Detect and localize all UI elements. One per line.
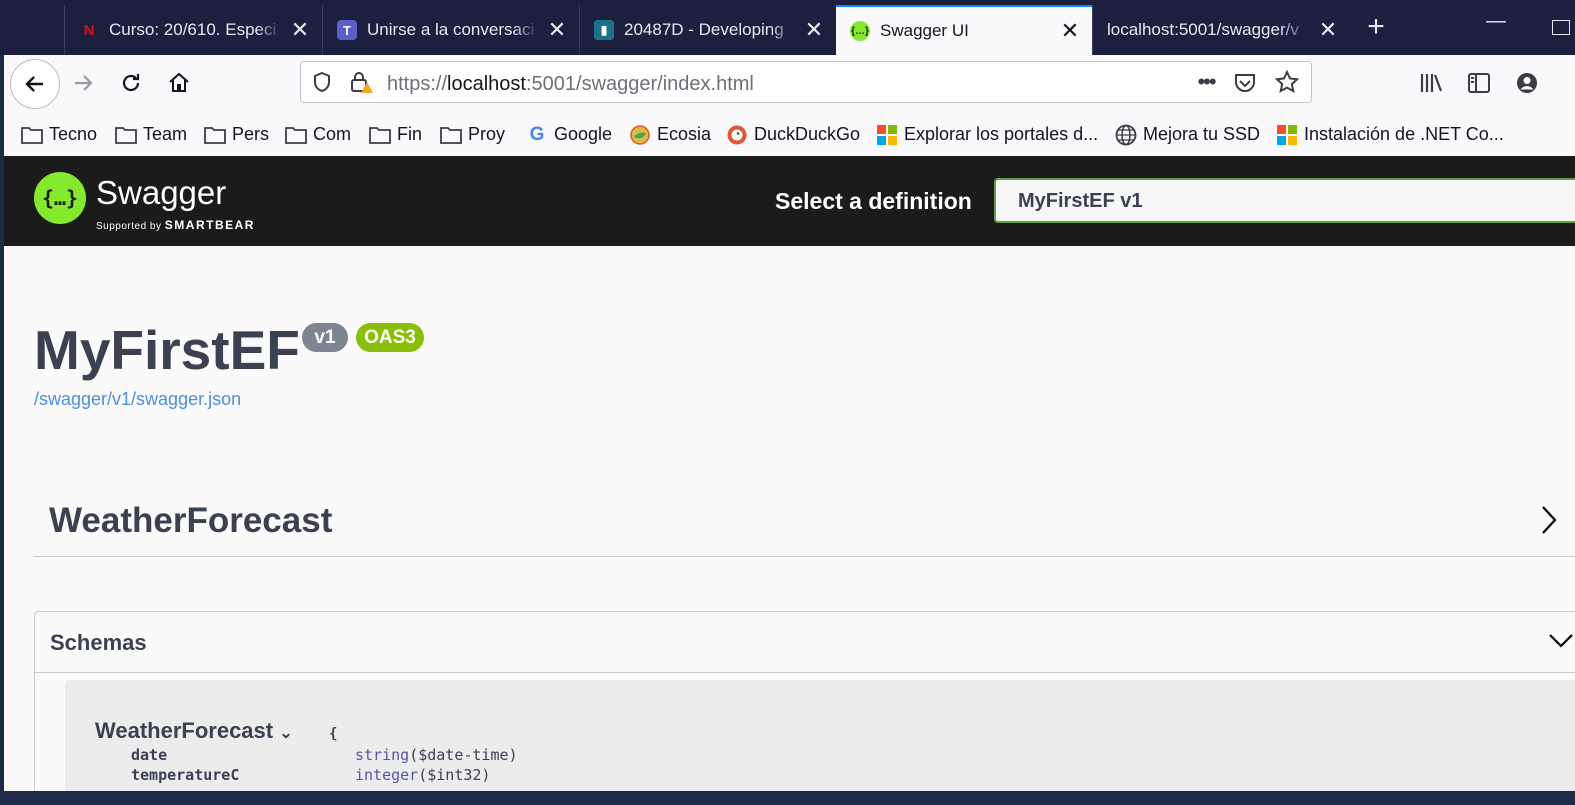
home-button[interactable] xyxy=(156,60,202,106)
swagger-main: MyFirstEF v1 OAS3 /swagger/v1/swagger.js… xyxy=(4,246,1575,791)
model-title[interactable]: WeatherForecast ⌄ xyxy=(95,718,293,744)
bookmark-folder-com[interactable]: Com xyxy=(285,124,351,145)
bookmark-folder-team[interactable]: Team xyxy=(115,124,187,145)
sidebar-icon[interactable] xyxy=(1466,71,1492,95)
folder-icon xyxy=(369,125,391,145)
duckduckgo-icon xyxy=(726,125,748,145)
smartbear-tagline: Supported by SMARTBEAR xyxy=(96,218,255,232)
property-type: string($date-time) xyxy=(355,746,518,764)
bookmark-google[interactable]: G Google xyxy=(526,124,612,145)
swagger-topbar: {…} Swagger Supported by SMARTBEAR Selec… xyxy=(4,156,1575,246)
account-icon[interactable] xyxy=(1514,71,1540,95)
microsoft-icon xyxy=(876,124,898,145)
folder-icon xyxy=(21,125,43,145)
api-title: MyFirstEF xyxy=(34,319,300,381)
home-icon xyxy=(169,72,189,92)
ebook-icon: ▮ xyxy=(594,20,614,40)
bookmark-duckduckgo[interactable]: DuckDuckGo xyxy=(726,124,860,145)
tab-swagger-ui[interactable]: {…} Swagger UI ✕ xyxy=(836,5,1092,55)
url-text[interactable]: https://localhost:5001/swagger/index.htm… xyxy=(387,73,754,96)
close-tab-icon[interactable]: ✕ xyxy=(545,17,569,43)
maximize-icon[interactable] xyxy=(1552,20,1570,35)
bookmark-star-icon[interactable] xyxy=(1273,69,1301,95)
minimize-icon[interactable]: — xyxy=(1486,10,1506,33)
swagger-logo-icon[interactable]: {…} xyxy=(34,172,86,224)
back-button[interactable] xyxy=(10,59,60,109)
globe-icon xyxy=(1115,124,1137,145)
tab-teams[interactable]: T Unirse a la conversaci ✕ xyxy=(322,5,579,55)
model-box: WeatherForecast ⌄ { date string($date-ti… xyxy=(65,680,1575,791)
chevron-down-icon[interactable]: ⌄ xyxy=(279,725,292,742)
close-tab-icon[interactable]: ✕ xyxy=(1058,18,1082,44)
ecosia-icon xyxy=(629,124,651,145)
folder-icon xyxy=(285,125,307,145)
bookmark-folder-proy[interactable]: Proy xyxy=(440,124,505,145)
close-tab-icon[interactable]: ✕ xyxy=(802,17,826,43)
bookmarks-toolbar: Tecno Team Pers Com Fin Proy G Google Eco… xyxy=(4,112,1575,156)
taskbar-edge xyxy=(0,791,1575,805)
schemas-title[interactable]: Schemas xyxy=(50,630,147,656)
swagger-logo-text[interactable]: Swagger xyxy=(96,174,226,212)
address-bar[interactable]: https://localhost:5001/swagger/index.htm… xyxy=(300,61,1312,103)
divider xyxy=(35,672,1575,673)
page-actions-icon[interactable]: ••• xyxy=(1191,69,1221,94)
bookmark-folder-tecno[interactable]: Tecno xyxy=(21,124,97,145)
property-name: temperatureC xyxy=(131,766,240,784)
new-tab-button[interactable]: + xyxy=(1356,10,1396,44)
chevron-right-icon[interactable] xyxy=(1539,504,1559,541)
back-arrow-icon xyxy=(25,76,43,92)
forward-button[interactable] xyxy=(60,60,106,106)
bookmark-instalacion-net[interactable]: Instalación de .NET Co... xyxy=(1276,124,1504,145)
swagger-json-link[interactable]: /swagger/v1/swagger.json xyxy=(34,389,241,410)
google-icon: G xyxy=(529,123,545,145)
pocket-icon[interactable] xyxy=(1231,70,1259,96)
bookmark-mejora-ssd[interactable]: Mejora tu SSD xyxy=(1115,124,1260,145)
reload-button[interactable] xyxy=(108,60,154,106)
select-definition-label: Select a definition xyxy=(775,188,972,214)
bookmark-ecosia[interactable]: Ecosia xyxy=(629,124,711,145)
lock-warning-icon[interactable] xyxy=(349,70,375,94)
bookmark-explorar-portales[interactable]: Explorar los portales d... xyxy=(876,124,1098,145)
property-type: integer($int32) xyxy=(355,766,491,784)
close-tab-icon[interactable]: ✕ xyxy=(1316,17,1340,43)
tab-20487d[interactable]: ▮ 20487D - Developing ✕ xyxy=(579,5,836,55)
model-brace: { xyxy=(329,726,338,742)
tag-weatherforecast[interactable]: WeatherForecast xyxy=(49,501,332,541)
reload-icon xyxy=(122,74,140,92)
shield-icon[interactable] xyxy=(311,71,333,93)
folder-icon xyxy=(440,125,462,145)
version-badge: v1 xyxy=(302,323,348,352)
property-name: date xyxy=(131,746,168,764)
tab-strip: N Curso: 20/610. Especi ✕ T Unirse a la … xyxy=(0,0,1575,55)
close-tab-icon[interactable]: ✕ xyxy=(288,17,312,43)
bookmark-folder-fin[interactable]: Fin xyxy=(369,124,422,145)
definition-select[interactable]: MyFirstEF v1 xyxy=(994,178,1575,223)
nav-toolbar: https://localhost:5001/swagger/index.htm… xyxy=(4,55,1575,112)
teams-icon: T xyxy=(337,20,357,40)
folder-icon xyxy=(204,125,226,145)
forward-arrow-icon xyxy=(75,75,93,91)
schemas-section: Schemas WeatherForecast ⌄ { date string(… xyxy=(34,611,1575,791)
bookmark-folder-pers[interactable]: Pers xyxy=(204,124,269,145)
folder-icon xyxy=(115,125,137,145)
swagger-icon: {…} xyxy=(850,21,870,41)
tab-curso[interactable]: N Curso: 20/610. Especi ✕ xyxy=(64,5,322,55)
oas-badge: OAS3 xyxy=(356,323,424,352)
divider xyxy=(34,556,1575,557)
library-icon[interactable] xyxy=(1418,71,1444,95)
netflix-icon: N xyxy=(83,21,95,39)
microsoft-icon xyxy=(1276,124,1298,145)
tab-localhost[interactable]: localhost:5001/swagger/v ✕ xyxy=(1092,5,1350,55)
chevron-down-icon[interactable] xyxy=(1547,632,1575,655)
